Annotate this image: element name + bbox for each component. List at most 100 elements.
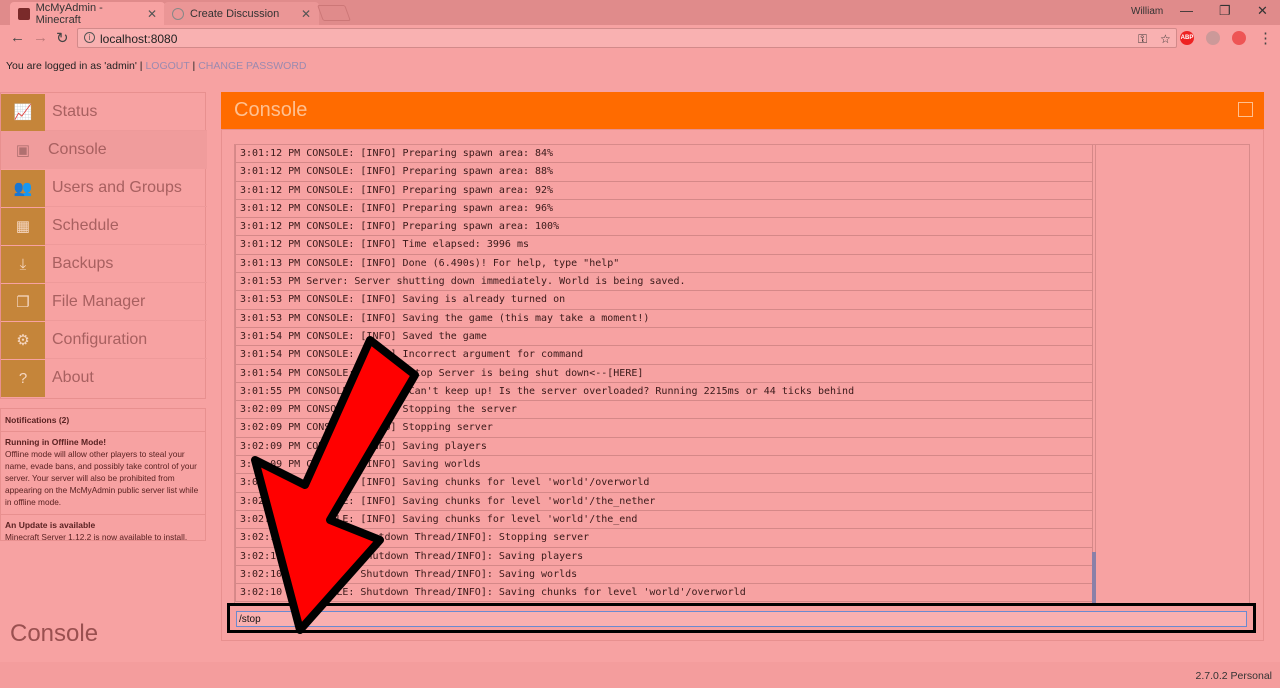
sidebar-item-label: File Manager [52,293,146,310]
sidebar-item-file-manager[interactable]: ❐ File Manager [1,283,207,321]
console-line: 3:02:09 PM CONSOLE: [INFO] Saving chunks… [235,474,1093,493]
console-line: 3:02:09 PM CONSOLE: [INFO] Saving player… [235,437,1093,457]
sidebar-item-label: Backups [52,255,114,272]
gear-icon: ⚙ [1,321,45,359]
sidebar-item-label: Users and Groups [52,179,182,196]
console-line: 3:02:10 PM CONSOLE: [INFO] Saving chunks… [235,492,1093,511]
sidebar-item-label: Schedule [52,217,119,234]
console-line: 3:01:12 PM CONSOLE: [INFO] Preparing spa… [235,199,1093,219]
sidebar-item-label: Console [48,141,107,158]
console-line: 3:02:10 PM CONSOLE: Shutdown Thread/INFO… [235,547,1093,566]
close-tab-icon[interactable]: ✕ [147,7,157,21]
logout-link[interactable]: LOGOUT [145,60,189,72]
key-icon[interactable]: ⚿ [1138,32,1147,47]
maximize-icon[interactable]: ❐ [1219,3,1231,19]
console-line: 3:01:53 PM CONSOLE: [INFO] Saving is alr… [235,291,1093,310]
files-icon: ❐ [1,283,45,321]
console-line: 3:02:10 PM CONSOLE: Shutdown Thread/INFO… [235,565,1093,585]
sidebar-item-label: Configuration [52,331,148,348]
console-line: 3:01:12 PM CONSOLE: [INFO] Time elapsed:… [235,236,1093,255]
forward-icon[interactable]: → [33,29,48,46]
users-icon: 👥 [1,169,45,207]
console-line: 3:02:10 PM CONSOLE: Shutdown Thread/INFO… [235,529,1093,548]
console-line: 3:02:09 PM CONSOLE: [INFO] Stopping serv… [235,419,1093,438]
extension-icon[interactable] [1232,31,1246,45]
separator: | [192,60,196,72]
menu-icon[interactable]: ⋮ [1258,29,1273,47]
sidebar-item-console[interactable]: ▣ Console [1,131,207,169]
footer: 2.7.0.2 Personal [0,662,1280,688]
console-line: 3:02:10 PM CONSOLE: [INFO] Saving chunks… [235,510,1093,530]
login-status: You are logged in as 'admin' | LOGOUT | … [6,60,307,72]
console-line: 3:02:09 PM CONSOLE: [INFO] Stopping the … [235,401,1093,420]
sidebar: 📈 Status ▣ Console 👥 Users and Groups ▦ … [0,92,207,399]
address-bar[interactable]: i localhost:8080 ⚿ ☆ [77,28,1177,48]
notification-body: Minecraft Server 1.12.2 is now available… [5,532,188,542]
question-icon: ? [1,359,45,397]
console-line: 3:01:12 PM CONSOLE: [INFO] Preparing spa… [235,218,1093,237]
change-password-link[interactable]: CHANGE PASSWORD [198,60,306,72]
console-icon: ▣ [1,131,45,169]
adblock-icon[interactable]: ABP [1180,31,1194,45]
page-title: Console [10,620,99,647]
console-line: 3:01:12 PM CONSOLE: [INFO] Preparing spa… [235,181,1093,200]
browser-tabbar: McMyAdmin - Minecraft ✕ Create Discussio… [0,0,1280,26]
sidebar-item-about[interactable]: ? About [1,359,207,397]
console-line: 3:01:55 PM CONSOLE: [WARN]: Can't keep u… [235,382,1093,402]
sidebar-item-users[interactable]: 👥 Users and Groups [1,169,207,207]
mcmyadmin-favicon-icon [18,7,30,20]
info-icon[interactable]: i [84,32,95,43]
minimize-icon[interactable]: — [1180,3,1193,18]
sidebar-item-label: About [52,369,94,386]
back-icon[interactable]: ← [10,29,25,46]
reload-icon[interactable]: ↻ [56,29,69,47]
globe-favicon-icon [172,7,184,20]
panel-title: Console [234,99,308,121]
profile-name[interactable]: William [1131,6,1163,17]
calendar-icon: ▦ [1,207,45,245]
notifications-header: Notifications (2) [1,409,205,432]
version-text: 2.7.0.2 Personal [1195,670,1272,682]
console-line: 3:01:54 PM CONSOLE: [INFO] /stop Server … [235,364,1093,383]
console-input-highlight [227,603,1256,633]
console-line: 3:01:13 PM CONSOLE: [INFO] Done (6.490s)… [235,254,1093,274]
console-command-input[interactable] [236,611,1247,627]
tab-title: Create Discussion [190,7,280,20]
sidebar-item-configuration[interactable]: ⚙ Configuration [1,321,207,359]
notification-item: Running in Offline Mode! Offline mode wi… [1,432,205,515]
console-line: 3:02:09 PM CONSOLE: [INFO] Saving worlds [235,456,1093,475]
notification-body: Offline mode will allow other players to… [5,449,199,507]
sidebar-item-schedule[interactable]: ▦ Schedule [1,207,207,245]
console-line: 3:01:12 PM CONSOLE: [INFO] Preparing spa… [235,163,1093,182]
star-icon[interactable]: ☆ [1160,32,1171,46]
popout-icon[interactable] [1238,102,1253,117]
chart-icon: 📈 [1,93,45,131]
browser-tab-mcmyadmin[interactable]: McMyAdmin - Minecraft ✕ [10,1,165,26]
console-output[interactable]: 3:01:12 PM CONSOLE: [INFO] Preparing spa… [234,144,1250,608]
close-window-icon[interactable]: ✕ [1257,3,1268,19]
console-line: 3:01:12 PM CONSOLE: [INFO] Preparing spa… [235,145,1093,164]
new-tab-button[interactable] [317,5,351,21]
download-icon: ⤓ [1,245,45,283]
sidebar-item-status[interactable]: 📈 Status [1,93,207,131]
console-log: 3:01:12 PM CONSOLE: [INFO] Preparing spa… [235,145,1093,603]
logged-in-text: You are logged in as 'admin' | [6,60,143,72]
sidebar-item-label: Status [52,103,98,120]
notifications-panel: Notifications (2) Running in Offline Mod… [0,408,206,542]
extension-icon[interactable] [1206,31,1220,45]
notification-title: Running in Offline Mode! [5,437,107,447]
console-scrollbar[interactable] [1092,552,1096,608]
console-line: 3:01:54 PM CONSOLE: [INFO] Incorrect arg… [235,346,1093,365]
sidebar-item-backups[interactable]: ⤓ Backups [1,245,207,283]
notification-item: An Update is available Minecraft Server … [1,515,205,549]
console-line: 3:01:53 PM Server: Server shutting down … [235,273,1093,292]
close-tab-icon[interactable]: ✕ [301,7,311,21]
console-line: 3:01:54 PM CONSOLE: [INFO] Saved the gam… [235,327,1093,347]
console-panel-header: Console [221,92,1264,129]
console-line: 3:02:10 PM CONSOLE: Shutdown Thread/INFO… [235,584,1093,603]
browser-tab-create-discussion[interactable]: Create Discussion ✕ [164,2,319,25]
console-divider [1095,144,1096,608]
tab-title: McMyAdmin - Minecraft [35,1,103,26]
notification-title: An Update is available [5,520,96,530]
url-text: localhost:8080 [100,32,178,46]
